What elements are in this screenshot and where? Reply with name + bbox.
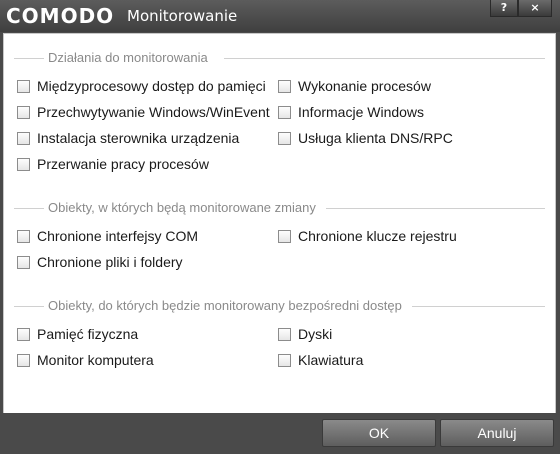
- checkbox-box[interactable]: [17, 80, 30, 93]
- checkbox-label: Chronione interfejsy COM: [37, 228, 199, 244]
- checkbox-label: Klawiatura: [298, 352, 364, 368]
- checkbox-box[interactable]: [17, 132, 30, 145]
- checkbox-label: Dyski: [298, 326, 333, 342]
- checkbox-label: Chronione pliki i foldery: [37, 254, 183, 270]
- cancel-button[interactable]: Anuluj: [440, 419, 554, 447]
- checkbox-box[interactable]: [278, 80, 291, 93]
- checkbox-label: Usługa klienta DNS/RPC: [298, 130, 453, 146]
- checkbox-box[interactable]: [278, 230, 291, 243]
- checkbox-label: Monitor komputera: [37, 352, 154, 368]
- checkbox-box[interactable]: [17, 230, 30, 243]
- checkbox-box[interactable]: [17, 328, 30, 341]
- checkbox-label: Pamięć fizyczna: [37, 326, 139, 342]
- section-title: Obiekty, do których będzie monitorowany …: [48, 298, 402, 314]
- checkbox-label: Międzyprocesowy dostęp do pamięci: [37, 78, 266, 94]
- checkbox-box[interactable]: [278, 328, 291, 341]
- checkbox-label: Przechwytywanie Windows/WinEvent: [37, 104, 270, 120]
- checkbox-box[interactable]: [17, 256, 30, 269]
- section-title: Obiekty, w których będą monitorowane zmi…: [48, 200, 316, 216]
- window-title: Monitorowanie: [127, 7, 238, 25]
- section-header-actions: Działania do monitorowania: [14, 50, 545, 66]
- comodo-logo: COMODO: [6, 4, 115, 28]
- checkbox-label: Instalacja sterownika urządzenia: [37, 130, 240, 146]
- checkbox-box[interactable]: [278, 132, 291, 145]
- close-button[interactable]: ×: [518, 0, 552, 17]
- section-title: Działania do monitorowania: [48, 50, 208, 66]
- dialog-footer: OK Anuluj: [0, 413, 560, 454]
- settings-panel: Działania do monitorowania Międzyproceso…: [3, 33, 556, 414]
- title-bar: COMODO Monitorowanie ? ×: [0, 0, 560, 32]
- help-button[interactable]: ?: [490, 0, 518, 17]
- checkbox-label: Wykonanie procesów: [298, 78, 431, 94]
- section-header-monitored-changes: Obiekty, w których będą monitorowane zmi…: [14, 200, 545, 216]
- checkbox-label: Informacje Windows: [298, 104, 425, 120]
- section-header-direct-access: Obiekty, do których będzie monitorowany …: [14, 298, 545, 314]
- checkbox-box[interactable]: [17, 158, 30, 171]
- checkbox-box[interactable]: [278, 354, 291, 367]
- checkbox-label: Chronione klucze rejestru: [298, 228, 457, 244]
- ok-button[interactable]: OK: [322, 419, 436, 447]
- checkbox-box[interactable]: [17, 354, 30, 367]
- checkbox-label: Przerwanie pracy procesów: [37, 156, 209, 172]
- checkbox-box[interactable]: [278, 106, 291, 119]
- checkbox-box[interactable]: [17, 106, 30, 119]
